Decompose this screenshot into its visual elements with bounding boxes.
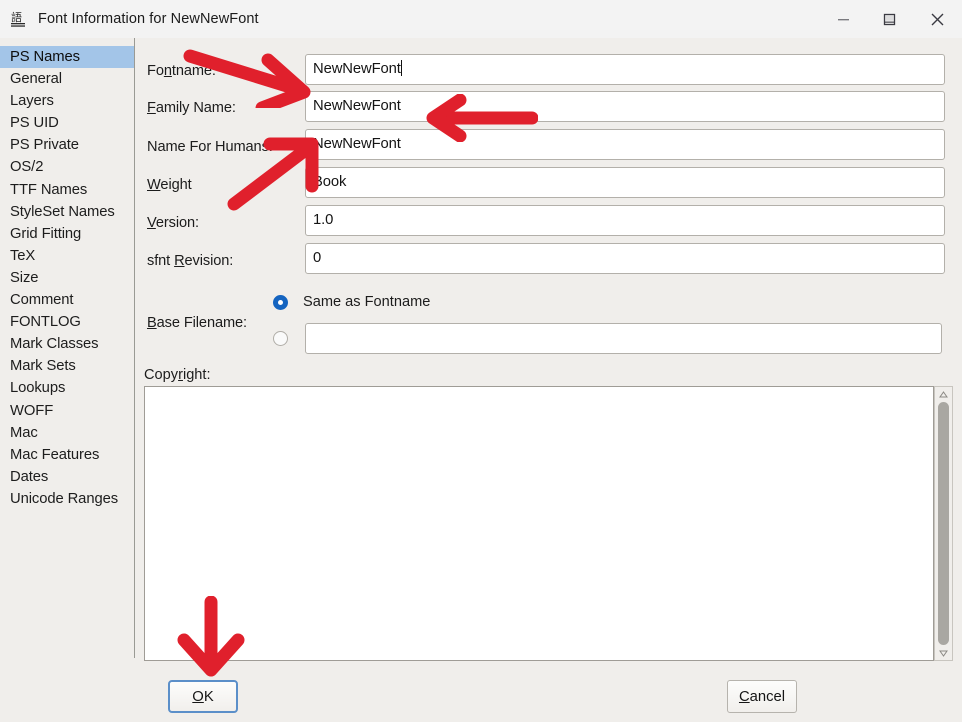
base-filename-label: Base Filename: <box>147 315 248 331</box>
name-for-humans-label: Name For Humans: <box>147 139 273 155</box>
cancel-button[interactable]: Cancel <box>727 680 797 713</box>
ps-names-panel: Fontname: NewNewFont Family Name: NewNew… <box>135 38 962 722</box>
close-icon[interactable] <box>912 0 962 38</box>
sidebar-item-styleset-names[interactable]: StyleSet Names <box>0 201 134 223</box>
sidebar-item-fontlog[interactable]: FONTLOG <box>0 311 134 333</box>
weight-label: Weight <box>147 177 192 193</box>
svg-text:語: 語 <box>11 10 22 24</box>
sfnt-revision-label: sfnt Revision: <box>147 253 234 269</box>
sidebar-item-unicode-ranges[interactable]: Unicode Ranges <box>0 488 134 510</box>
sidebar-item-lookups[interactable]: Lookups <box>0 377 134 399</box>
category-sidebar[interactable]: PS Names General Layers PS UID PS Privat… <box>0 38 135 658</box>
window-controls <box>820 0 962 38</box>
window-title: Font Information for NewNewFont <box>38 11 259 27</box>
sfnt-revision-input[interactable]: 0 <box>305 243 945 274</box>
copyright-label: Copyright: <box>144 367 211 383</box>
sidebar-item-mark-classes[interactable]: Mark Classes <box>0 333 134 355</box>
sidebar-item-grid-fitting[interactable]: Grid Fitting <box>0 223 134 245</box>
text-caret <box>400 60 402 76</box>
sidebar-item-ps-private[interactable]: PS Private <box>0 134 134 156</box>
sidebar-item-mac[interactable]: Mac <box>0 422 134 444</box>
sidebar-item-dates[interactable]: Dates <box>0 466 134 488</box>
font-info-dialog: PS Names General Layers PS UID PS Privat… <box>0 38 962 722</box>
family-name-label: Family Name: <box>147 100 236 116</box>
version-input[interactable]: 1.0 <box>305 205 945 236</box>
font-glyph-icon: 語 <box>9 9 29 29</box>
base-filename-same-radio[interactable] <box>273 295 288 310</box>
ok-button[interactable]: OK <box>168 680 238 713</box>
sidebar-item-size[interactable]: Size <box>0 267 134 289</box>
maximize-icon[interactable] <box>866 0 912 38</box>
base-filename-same-label: Same as Fontname <box>303 294 431 310</box>
sidebar-item-general[interactable]: General <box>0 68 134 90</box>
weight-input[interactable]: Book <box>305 167 945 198</box>
sidebar-item-layers[interactable]: Layers <box>0 90 134 112</box>
sidebar-item-os2[interactable]: OS/2 <box>0 156 134 178</box>
copyright-scrollbar[interactable] <box>934 386 953 661</box>
scroll-up-icon[interactable] <box>935 387 952 401</box>
sidebar-item-ttf-names[interactable]: TTF Names <box>0 179 134 201</box>
version-label: Version: <box>147 215 199 231</box>
sidebar-item-ps-uid[interactable]: PS UID <box>0 112 134 134</box>
copyright-textarea[interactable] <box>144 386 934 661</box>
base-filename-input[interactable] <box>305 323 942 354</box>
window-titlebar: 語 Font Information for NewNewFont <box>0 0 962 38</box>
family-name-input[interactable]: NewNewFont <box>305 91 945 122</box>
minimize-icon[interactable] <box>820 0 866 38</box>
sidebar-item-mac-features[interactable]: Mac Features <box>0 444 134 466</box>
fontname-label: Fontname: <box>147 63 216 79</box>
name-for-humans-input[interactable]: NewNewFont <box>305 129 945 160</box>
sidebar-item-woff[interactable]: WOFF <box>0 400 134 422</box>
fontname-input[interactable]: NewNewFont <box>305 54 945 85</box>
sidebar-item-tex[interactable]: TeX <box>0 245 134 267</box>
sidebar-item-comment[interactable]: Comment <box>0 289 134 311</box>
sidebar-item-ps-names[interactable]: PS Names <box>0 46 134 69</box>
scrollbar-thumb[interactable] <box>938 402 949 645</box>
base-filename-custom-radio[interactable] <box>273 331 288 346</box>
scroll-down-icon[interactable] <box>935 646 952 660</box>
sidebar-item-mark-sets[interactable]: Mark Sets <box>0 355 134 377</box>
